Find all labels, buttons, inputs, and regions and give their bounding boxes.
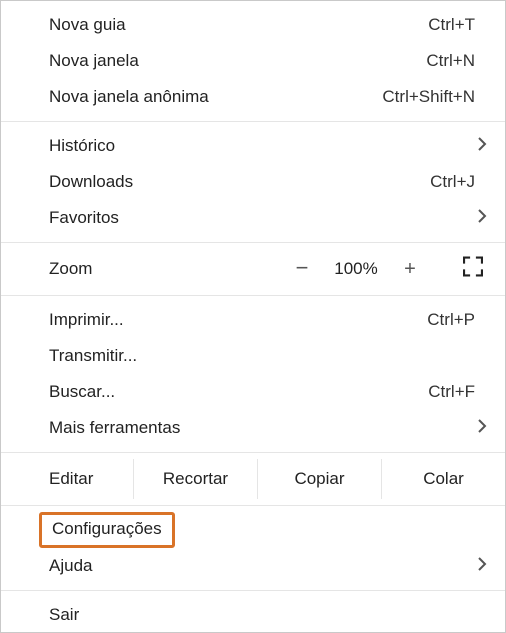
menu-item-shortcut: Ctrl+T (428, 15, 483, 35)
menu-separator (1, 590, 505, 591)
edit-cut-button[interactable]: Recortar (133, 459, 257, 499)
edit-label: Editar (1, 459, 133, 499)
edit-paste-button[interactable]: Colar (381, 459, 505, 499)
menu-item-label: Nova janela (49, 51, 426, 71)
edit-copy-label: Copiar (294, 469, 344, 489)
fullscreen-button[interactable] (463, 257, 483, 282)
menu-separator (1, 505, 505, 506)
submenu-chevron-icon (477, 136, 487, 156)
menu-item-exit[interactable]: Sair (1, 597, 505, 633)
zoom-label: Zoom (1, 259, 279, 279)
menu-item-shortcut: Ctrl+N (426, 51, 483, 71)
menu-item-label: Ajuda (49, 556, 483, 576)
edit-cut-label: Recortar (163, 469, 228, 489)
menu-item-label: Mais ferramentas (49, 418, 483, 438)
submenu-chevron-icon (477, 556, 487, 576)
menu-separator (1, 452, 505, 453)
menu-item-shortcut: Ctrl+J (430, 172, 483, 192)
menu-item-label: Nova janela anônima (49, 87, 382, 107)
menu-item-new-incognito[interactable]: Nova janela anônima Ctrl+Shift+N (1, 79, 505, 115)
menu-item-label: Favoritos (49, 208, 483, 228)
menu-item-shortcut: Ctrl+F (428, 382, 483, 402)
menu-item-label: Imprimir... (49, 310, 427, 330)
submenu-chevron-icon (477, 208, 487, 228)
submenu-chevron-icon (477, 418, 487, 438)
menu-item-help[interactable]: Ajuda (1, 548, 505, 584)
edit-copy-button[interactable]: Copiar (257, 459, 381, 499)
menu-item-label: Histórico (49, 136, 483, 156)
menu-item-cast[interactable]: Transmitir... (1, 338, 505, 374)
menu-item-new-window[interactable]: Nova janela Ctrl+N (1, 43, 505, 79)
menu-item-history[interactable]: Histórico (1, 128, 505, 164)
menu-item-label: Configurações (49, 512, 483, 548)
menu-item-more-tools[interactable]: Mais ferramentas (1, 410, 505, 446)
menu-item-edit: Editar Recortar Copiar Colar (1, 459, 505, 499)
menu-item-label: Transmitir... (49, 346, 483, 366)
zoom-in-button[interactable]: + (387, 259, 433, 279)
menu-item-print[interactable]: Imprimir... Ctrl+P (1, 302, 505, 338)
menu-separator (1, 295, 505, 296)
menu-separator (1, 121, 505, 122)
menu-item-settings[interactable]: Configurações (1, 512, 505, 548)
menu-item-zoom: Zoom − 100% + (1, 249, 505, 289)
menu-item-find[interactable]: Buscar... Ctrl+F (1, 374, 505, 410)
fullscreen-icon (463, 257, 483, 277)
menu-item-downloads[interactable]: Downloads Ctrl+J (1, 164, 505, 200)
menu-item-label: Nova guia (49, 15, 428, 35)
menu-item-label: Sair (49, 605, 483, 625)
edit-paste-label: Colar (423, 469, 464, 489)
settings-highlight-box: Configurações (39, 512, 175, 548)
menu-item-label: Downloads (49, 172, 430, 192)
menu-item-bookmarks[interactable]: Favoritos (1, 200, 505, 236)
menu-item-shortcut: Ctrl+Shift+N (382, 87, 483, 107)
zoom-level: 100% (325, 259, 387, 279)
menu-separator (1, 242, 505, 243)
menu-item-shortcut: Ctrl+P (427, 310, 483, 330)
menu-item-new-tab[interactable]: Nova guia Ctrl+T (1, 7, 505, 43)
zoom-out-button[interactable]: − (279, 257, 325, 279)
menu-item-label: Buscar... (49, 382, 428, 402)
chrome-main-menu: Nova guia Ctrl+T Nova janela Ctrl+N Nova… (0, 0, 506, 633)
